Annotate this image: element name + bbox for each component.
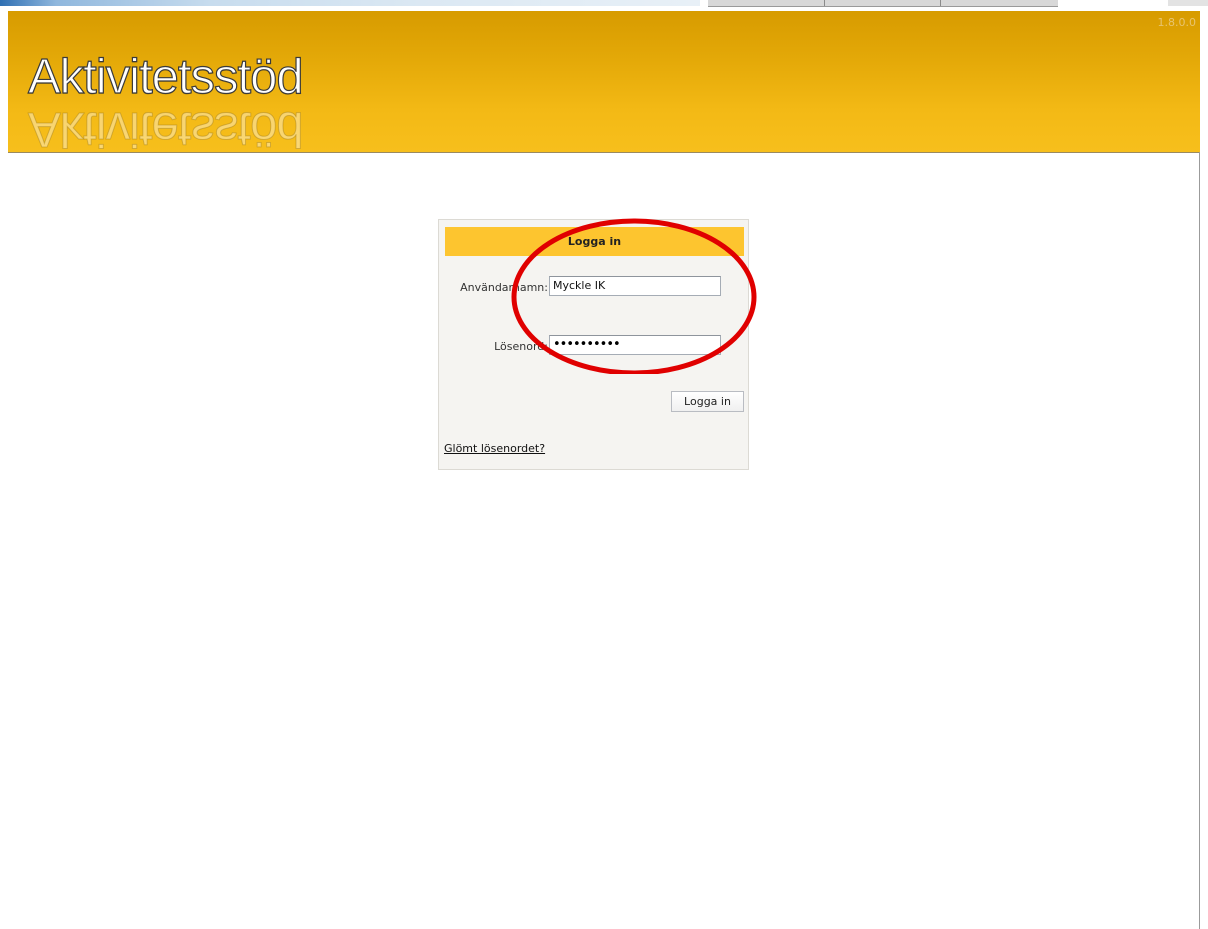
app-logo-reflection: Aktivitetsstöd [28,102,304,153]
username-label: Användarnamn: [460,281,548,294]
app-logo: Aktivitetsstöd [27,50,304,104]
browser-chrome-strip [0,0,1208,11]
password-input[interactable]: •••••••••• [549,335,721,355]
password-label: Lösenord: [494,340,548,353]
password-mask: •••••••••• [553,337,621,352]
username-input[interactable]: Myckle IK [549,276,721,296]
login-panel: Logga in Användarnamn: Myckle IK Lösenor… [438,219,749,470]
scrollbar-edge [1199,152,1200,929]
site-header: Aktivitetsstöd Aktivitetsstöd 1.8.0.0 [8,11,1200,153]
forgot-password-link[interactable]: Glömt lösenordet? [444,442,545,455]
version-label: 1.8.0.0 [1157,16,1196,29]
login-button[interactable]: Logga in [671,391,744,412]
browser-toolbar-fragment [0,0,700,6]
login-title: Logga in [445,227,744,256]
browser-tabs-fragment [708,0,1058,7]
browser-control-fragment [1168,0,1208,6]
